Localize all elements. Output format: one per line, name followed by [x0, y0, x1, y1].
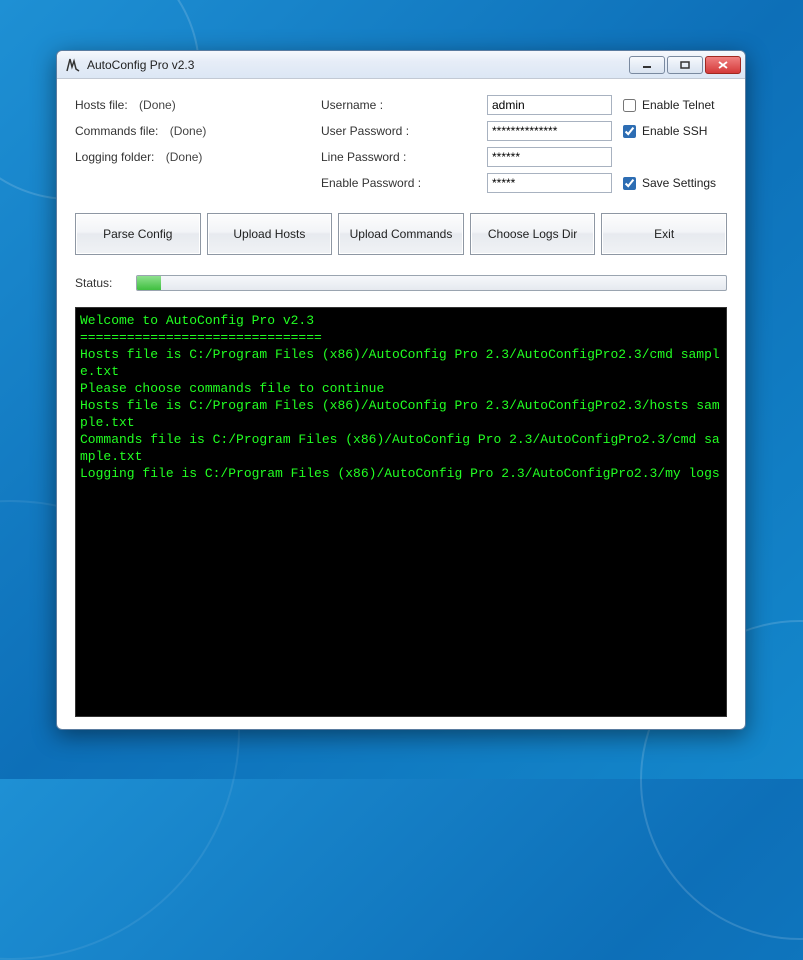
- enable-telnet-label: Enable Telnet: [642, 98, 715, 112]
- status-label: Status:: [75, 276, 112, 290]
- app-icon: [65, 57, 81, 73]
- save-settings-check[interactable]: [623, 177, 636, 190]
- exit-button[interactable]: Exit: [601, 213, 727, 255]
- username-label: Username :: [321, 98, 481, 112]
- enable-telnet-check[interactable]: [623, 99, 636, 112]
- caption-buttons: [629, 56, 741, 74]
- save-settings-label: Save Settings: [642, 176, 716, 190]
- line-password-label: Line Password :: [321, 150, 481, 164]
- save-settings-checkbox[interactable]: Save Settings: [623, 176, 773, 190]
- user-password-label: User Password :: [321, 124, 481, 138]
- progress-bar-fill: [137, 276, 161, 290]
- parse-config-button[interactable]: Parse Config: [75, 213, 201, 255]
- enable-password-label: Enable Password :: [321, 176, 481, 190]
- upload-commands-button[interactable]: Upload Commands: [338, 213, 464, 255]
- settings-grid: Hosts file: (Done) Username : Enable Tel…: [75, 95, 727, 193]
- close-button[interactable]: [705, 56, 741, 74]
- enable-ssh-check[interactable]: [623, 125, 636, 138]
- enable-password-input[interactable]: [487, 173, 612, 193]
- button-row: Parse Config Upload Hosts Upload Command…: [75, 213, 727, 255]
- commands-file-status: (Done): [170, 124, 207, 138]
- status-row: Status:: [75, 275, 727, 291]
- enable-telnet-checkbox[interactable]: Enable Telnet: [623, 98, 773, 112]
- titlebar[interactable]: AutoConfig Pro v2.3: [57, 51, 745, 79]
- app-window: AutoConfig Pro v2.3 Hosts file: (Done) U…: [56, 50, 746, 730]
- console-output[interactable]: Welcome to AutoConfig Pro v2.3 =========…: [75, 307, 727, 717]
- choose-logs-dir-button[interactable]: Choose Logs Dir: [470, 213, 596, 255]
- enable-ssh-label: Enable SSH: [642, 124, 707, 138]
- logging-folder-label: Logging folder:: [75, 150, 154, 164]
- logging-folder-status: (Done): [166, 150, 203, 164]
- user-password-input[interactable]: [487, 121, 612, 141]
- minimize-button[interactable]: [629, 56, 665, 74]
- username-input[interactable]: [487, 95, 612, 115]
- commands-file-label: Commands file:: [75, 124, 158, 138]
- client-area: Hosts file: (Done) Username : Enable Tel…: [57, 79, 745, 729]
- enable-ssh-checkbox[interactable]: Enable SSH: [623, 124, 773, 138]
- progress-bar-track: [136, 275, 727, 291]
- upload-hosts-button[interactable]: Upload Hosts: [207, 213, 333, 255]
- window-title: AutoConfig Pro v2.3: [87, 58, 194, 72]
- line-password-input[interactable]: [487, 147, 612, 167]
- maximize-button[interactable]: [667, 56, 703, 74]
- hosts-file-label: Hosts file:: [75, 98, 128, 112]
- hosts-file-status: (Done): [139, 98, 176, 112]
